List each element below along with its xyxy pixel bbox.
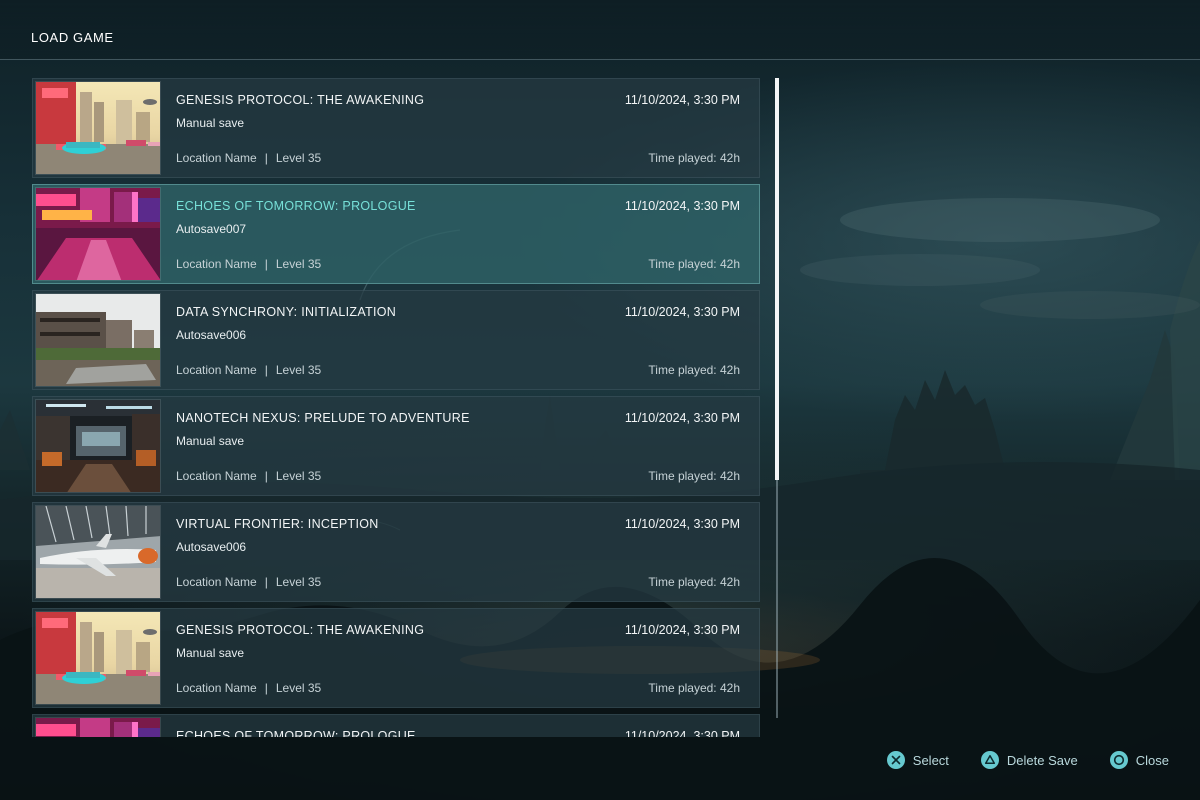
save-location-line: Location Name | Level 35 bbox=[176, 151, 321, 165]
save-separator: | bbox=[264, 257, 268, 271]
close-hint-label: Close bbox=[1135, 752, 1169, 768]
save-level: Level 35 bbox=[275, 151, 322, 165]
save-title: NANOTECH NEXUS: PRELUDE TO ADVENTURE bbox=[176, 411, 470, 425]
save-list[interactable]: GENESIS PROTOCOL: THE AWAKENING Manual sa… bbox=[32, 78, 760, 737]
select-hint-label: Select bbox=[912, 752, 949, 768]
save-separator: | bbox=[264, 363, 268, 377]
save-title: DATA SYNCHRONY: INITIALIZATION bbox=[176, 305, 397, 319]
save-date: 11/10/2024, 3:30 PM bbox=[624, 199, 740, 213]
save-date: 11/10/2024, 3:30 PM bbox=[624, 411, 740, 425]
save-location: Location Name bbox=[176, 151, 257, 165]
save-date: 11/10/2024, 3:30 PM bbox=[624, 93, 740, 107]
save-time-played: Time played: 42h bbox=[648, 469, 740, 483]
save-time-played: Time played: 42h bbox=[648, 363, 740, 377]
cross-button-icon bbox=[886, 751, 905, 769]
save-thumbnail bbox=[35, 187, 161, 281]
save-type: Autosave006 bbox=[176, 328, 247, 342]
save-separator: | bbox=[264, 151, 268, 165]
delete-save-hint-label: Delete Save bbox=[1006, 752, 1078, 768]
save-separator: | bbox=[264, 681, 268, 695]
save-type: Autosave006 bbox=[176, 540, 247, 554]
save-level: Level 35 bbox=[275, 575, 322, 589]
save-title: GENESIS PROTOCOL: THE AWAKENING bbox=[176, 93, 425, 107]
save-location: Location Name bbox=[176, 469, 257, 483]
save-type: Manual save bbox=[176, 434, 245, 448]
delete-save-hint[interactable]: Delete Save bbox=[980, 751, 1078, 769]
save-location: Location Name bbox=[176, 575, 257, 589]
save-date: 11/10/2024, 3:30 PM bbox=[624, 305, 740, 319]
save-slot[interactable]: NANOTECH NEXUS: PRELUDE TO ADVENTURE Manu… bbox=[32, 396, 760, 496]
save-title: VIRTUAL FRONTIER: INCEPTION bbox=[176, 517, 379, 531]
save-slot[interactable]: GENESIS PROTOCOL: THE AWAKENING Manual sa… bbox=[32, 78, 760, 178]
save-location: Location Name bbox=[176, 257, 257, 271]
save-title: ECHOES OF TOMORROW: PROLOGUE bbox=[176, 199, 416, 213]
save-type: Autosave007 bbox=[176, 222, 247, 236]
save-thumbnail bbox=[35, 399, 161, 493]
select-hint[interactable]: Select bbox=[886, 751, 949, 769]
save-thumbnail bbox=[35, 81, 161, 175]
save-location-line: Location Name | Level 35 bbox=[176, 469, 321, 483]
save-level: Level 35 bbox=[275, 681, 322, 695]
page-title: LOAD GAME bbox=[31, 30, 114, 45]
scrollbar-thumb[interactable] bbox=[775, 78, 779, 480]
save-separator: | bbox=[264, 469, 268, 483]
top-bar: LOAD GAME bbox=[0, 0, 1200, 60]
save-level: Level 35 bbox=[275, 363, 322, 377]
circle-button-icon bbox=[1109, 751, 1128, 769]
save-title: GENESIS PROTOCOL: THE AWAKENING bbox=[176, 623, 425, 637]
save-slot-selected[interactable]: ECHOES OF TOMORROW: PROLOGUE Autosave007 1… bbox=[32, 184, 760, 284]
save-thumbnail bbox=[35, 293, 161, 387]
save-slot[interactable]: DATA SYNCHRONY: INITIALIZATION Autosave00… bbox=[32, 290, 760, 390]
save-date: 11/10/2024, 3:30 PM bbox=[624, 729, 740, 737]
save-location: Location Name bbox=[176, 681, 257, 695]
save-slot[interactable]: GENESIS PROTOCOL: THE AWAKENING Manual sa… bbox=[32, 608, 760, 708]
save-type: Manual save bbox=[176, 646, 245, 660]
save-slot[interactable]: VIRTUAL FRONTIER: INCEPTION Autosave006 11… bbox=[32, 502, 760, 602]
save-thumbnail bbox=[35, 611, 161, 705]
save-separator: | bbox=[264, 575, 268, 589]
save-location: Location Name bbox=[176, 363, 257, 377]
save-location-line: Location Name | Level 35 bbox=[176, 257, 321, 271]
save-thumbnail bbox=[35, 717, 161, 737]
triangle-button-icon bbox=[980, 751, 999, 769]
save-time-played: Time played: 42h bbox=[648, 151, 740, 165]
button-hints: Select Delete Save Close bbox=[886, 749, 1169, 771]
save-location-line: Location Name | Level 35 bbox=[176, 681, 321, 695]
save-location-line: Location Name | Level 35 bbox=[176, 575, 321, 589]
save-slot[interactable]: ECHOES OF TOMORROW: PROLOGUEAutosave0071… bbox=[32, 714, 760, 737]
save-time-played: Time played: 42h bbox=[648, 681, 740, 695]
save-title: ECHOES OF TOMORROW: PROLOGUE bbox=[176, 729, 416, 737]
save-thumbnail bbox=[35, 505, 161, 599]
close-hint[interactable]: Close bbox=[1109, 751, 1169, 769]
save-time-played: Time played: 42h bbox=[648, 575, 740, 589]
save-type: Manual save bbox=[176, 116, 245, 130]
save-location-line: Location Name | Level 35 bbox=[176, 363, 321, 377]
save-level: Level 35 bbox=[275, 257, 322, 271]
save-level: Level 35 bbox=[275, 469, 322, 483]
save-time-played: Time played: 42h bbox=[648, 257, 740, 271]
save-date: 11/10/2024, 3:30 PM bbox=[624, 517, 740, 531]
save-date: 11/10/2024, 3:30 PM bbox=[624, 623, 740, 637]
